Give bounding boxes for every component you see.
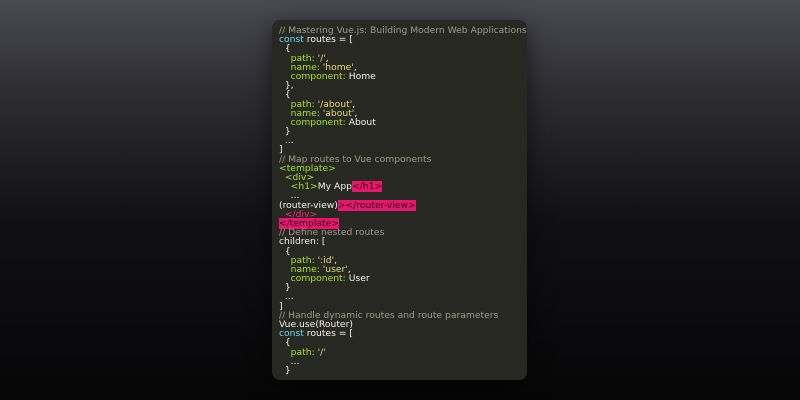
code-token: ... bbox=[279, 374, 294, 380]
code-card: // Mastering Vue.js: Building Modern Web… bbox=[272, 20, 527, 380]
code-line: component: Home bbox=[279, 72, 521, 81]
code-token: </h1> bbox=[351, 181, 383, 193]
code-line: } bbox=[279, 283, 521, 292]
code-token: '/' bbox=[317, 346, 326, 358]
code-line: <template> bbox=[279, 164, 521, 173]
code-line: ... bbox=[279, 292, 521, 301]
code-line: path: '/' bbox=[279, 346, 521, 358]
code-line: component: About bbox=[279, 118, 521, 127]
code-line: component: User bbox=[279, 274, 521, 283]
code-line: ... bbox=[279, 375, 521, 380]
code-line: ... bbox=[279, 136, 521, 145]
code-line: } bbox=[279, 127, 521, 136]
code-token: My App bbox=[317, 181, 352, 193]
code-block: // Mastering Vue.js: Building Modern Web… bbox=[279, 26, 527, 380]
code-line: const routes = [ bbox=[279, 35, 521, 44]
code-token: routes = [ bbox=[303, 34, 353, 46]
code-line: ... bbox=[279, 357, 521, 366]
code-line: }, bbox=[279, 81, 521, 90]
code-token: About bbox=[348, 116, 376, 128]
code-token: User bbox=[348, 273, 370, 285]
code-token: Home bbox=[348, 70, 376, 82]
code-line: <h1>My App</h1> bbox=[279, 181, 521, 193]
code-line: children: [ bbox=[279, 237, 521, 246]
code-line: const routes = [ bbox=[279, 329, 521, 338]
code-token: ></router-view> bbox=[337, 199, 416, 211]
code-token: routes = [ bbox=[303, 328, 353, 340]
code-line: } bbox=[279, 366, 521, 375]
